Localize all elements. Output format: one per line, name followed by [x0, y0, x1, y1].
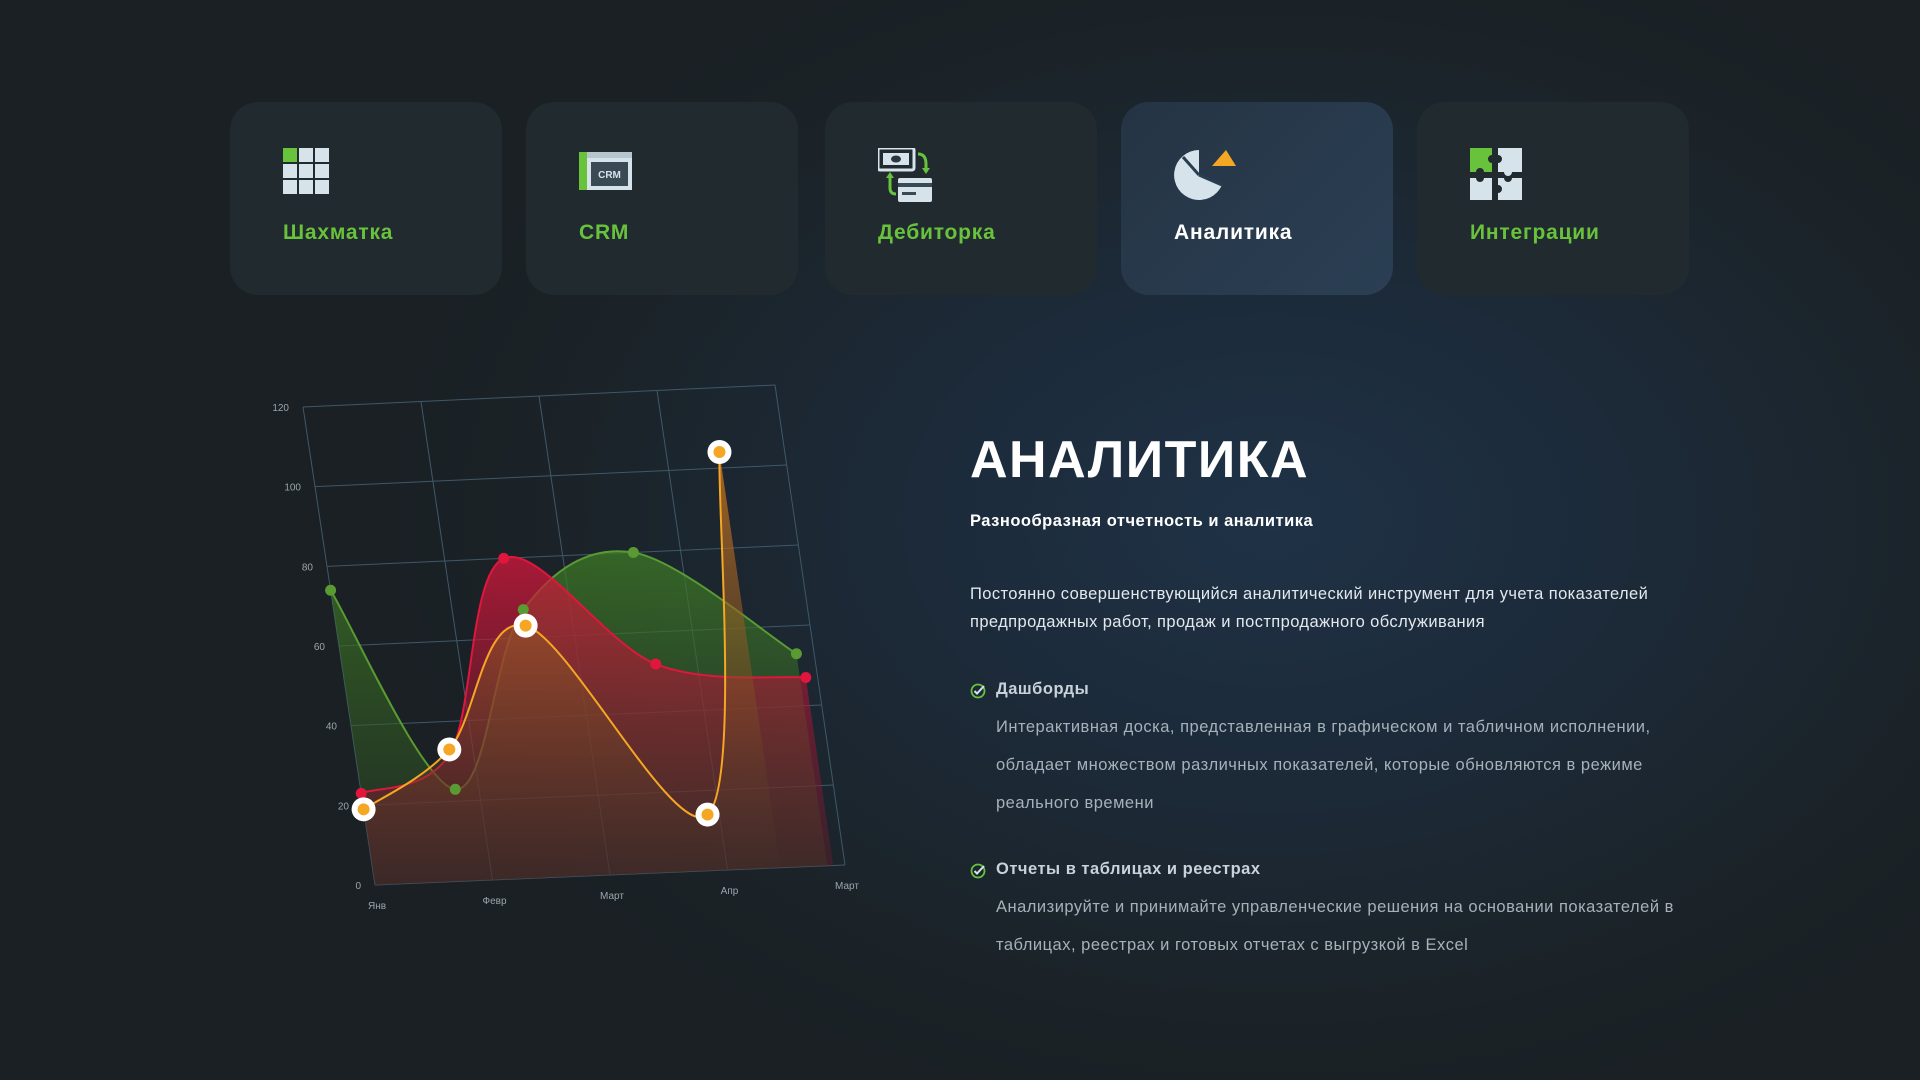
data-point — [498, 552, 510, 564]
data-point — [517, 604, 529, 616]
x-tick-label: Янв — [368, 901, 386, 912]
feature-title: Отчеты в таблицах и реестрах — [996, 860, 1261, 878]
page-subtitle: Разнообразная отчетность и аналитика — [970, 512, 1314, 530]
page-description: Постоянно совершенствующийся аналитическ… — [970, 585, 1649, 631]
y-tick-label: 60 — [314, 642, 326, 653]
x-tick-label: Апр — [721, 886, 739, 897]
data-point — [443, 743, 456, 756]
crm-window-icon: CRM — [579, 148, 635, 200]
crm-icon-text: CRM — [598, 170, 621, 181]
tab-integrations[interactable]: Интеграции — [1417, 102, 1689, 295]
pie-chart-icon — [1174, 148, 1236, 200]
data-point — [357, 803, 370, 816]
tab-label: CRM — [579, 221, 630, 244]
y-tick-label: 120 — [272, 403, 289, 414]
tab-label: Шахматка — [283, 221, 394, 244]
grid-cell-accent — [283, 148, 297, 162]
data-point — [650, 658, 662, 670]
y-tick-label: 20 — [338, 801, 350, 812]
chart-svg: 0 20 40 60 80 100 120 Янв Февр Март Апр Март — [272, 384, 859, 912]
tab-label: Дебиторка — [878, 221, 996, 244]
tab-debitorka[interactable]: Дебиторка — [825, 102, 1097, 295]
data-point — [519, 619, 532, 632]
x-tick-label: Февр — [482, 896, 506, 907]
x-tick-label: Март — [835, 881, 859, 892]
y-tick-label: 40 — [326, 722, 338, 733]
tab-shakhmatka[interactable]: Шахматка — [230, 102, 502, 295]
check-circle-icon — [970, 683, 986, 699]
y-tick-label: 100 — [284, 483, 301, 494]
grid-icon — [283, 148, 339, 200]
chart-areas — [329, 451, 834, 885]
data-point — [449, 783, 461, 795]
data-point — [701, 808, 714, 821]
feature-title: Дашборды — [996, 680, 1090, 698]
feature-text: Анализируйте и принимайте управленческие… — [996, 898, 1674, 954]
data-point — [325, 584, 337, 596]
x-tick-label: Март — [600, 891, 624, 902]
data-point — [627, 546, 639, 558]
tab-label: Аналитика — [1174, 221, 1293, 244]
y-tick-label: 0 — [355, 881, 361, 892]
tab-analytics[interactable]: Аналитика — [1121, 102, 1393, 295]
data-point — [800, 672, 812, 684]
puzzle-icon — [1470, 148, 1526, 200]
check-circle-icon — [970, 863, 986, 879]
data-point — [790, 648, 802, 660]
money-transfer-icon — [876, 146, 934, 202]
tab-label: Интеграции — [1470, 221, 1600, 244]
feature-text: Интерактивная доска, представленная в гр… — [996, 718, 1651, 812]
tab-crm[interactable]: CRM CRM — [526, 102, 798, 295]
y-tick-label: 80 — [302, 562, 314, 573]
analytics-chart: 0 20 40 60 80 100 120 Янв Февр Март Апр Март — [255, 370, 875, 930]
data-point — [355, 787, 367, 799]
page-title: АНАЛИТИКА — [970, 431, 1310, 489]
data-point — [713, 445, 726, 458]
